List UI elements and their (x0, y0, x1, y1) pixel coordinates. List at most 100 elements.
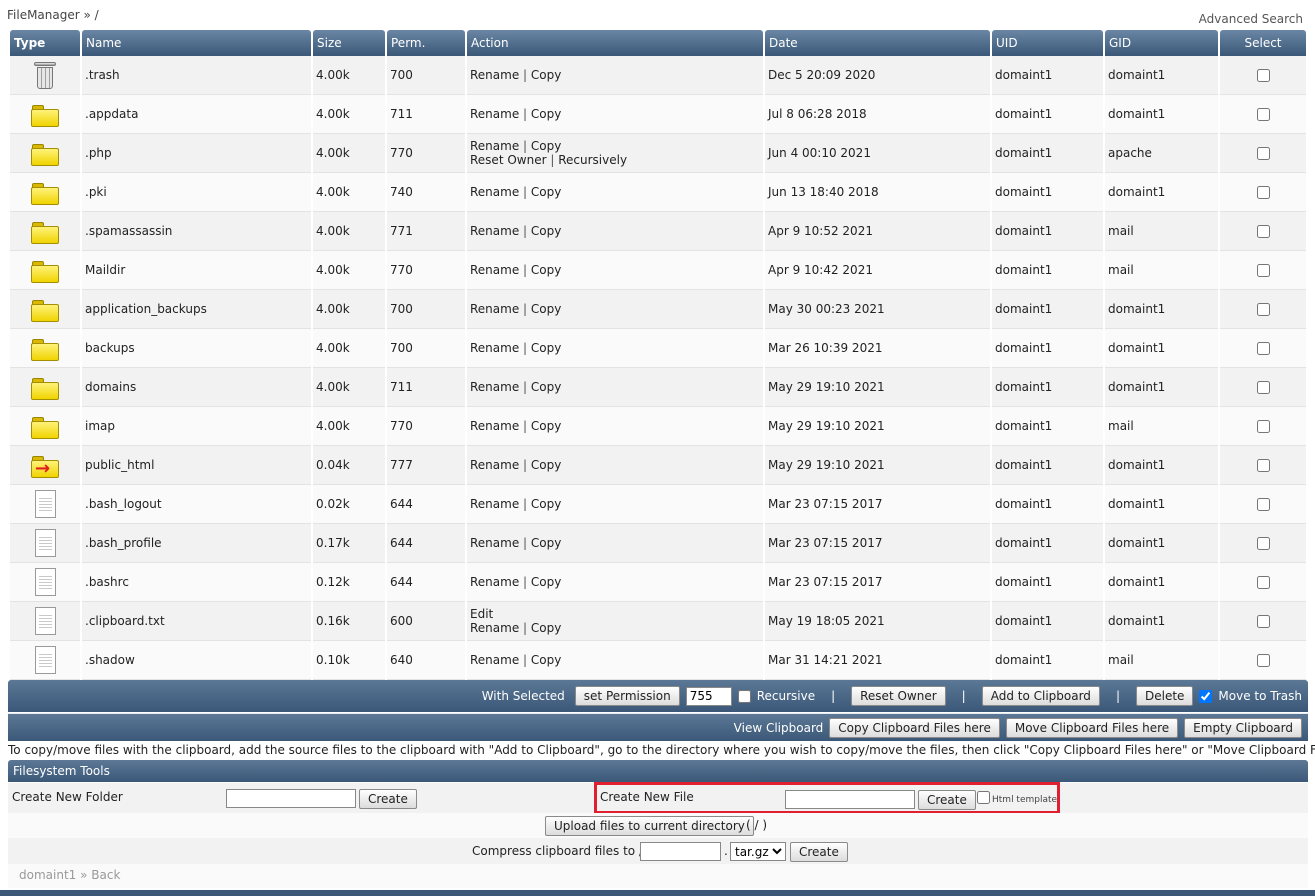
perm-cell[interactable]: 640 (387, 641, 465, 680)
type-cell[interactable] (10, 368, 80, 407)
view-clipboard-link[interactable]: View Clipboard (734, 721, 824, 735)
rename-link[interactable]: Rename (470, 380, 519, 394)
type-cell[interactable] (10, 407, 80, 446)
col-header-type[interactable]: Type (10, 30, 80, 56)
edit-link[interactable]: Edit (470, 607, 493, 621)
delete-button[interactable]: Delete (1135, 686, 1194, 706)
perm-cell[interactable]: 777 (387, 446, 465, 485)
type-cell[interactable] (10, 173, 80, 212)
name-cell[interactable]: .php (82, 134, 311, 173)
row-select-checkbox[interactable] (1256, 615, 1270, 628)
row-select-checkbox[interactable] (1256, 303, 1270, 316)
recursively-link[interactable]: Recursively (558, 153, 627, 167)
move-to-trash-checkbox[interactable] (1199, 689, 1213, 703)
perm-cell[interactable]: 770 (387, 407, 465, 446)
rename-link[interactable]: Rename (470, 458, 519, 472)
name-cell[interactable]: .bash_logout (82, 485, 311, 524)
copy-link[interactable]: Copy (531, 419, 561, 433)
copy-link[interactable]: Copy (531, 621, 561, 635)
copy-link[interactable]: Copy (531, 653, 561, 667)
perm-cell[interactable]: 600 (387, 602, 465, 641)
row-select-checkbox[interactable] (1256, 459, 1270, 472)
row-select-checkbox[interactable] (1256, 186, 1270, 199)
name-cell[interactable]: public_html (82, 446, 311, 485)
copy-link[interactable]: Copy (531, 380, 561, 394)
type-cell[interactable] (10, 524, 80, 563)
row-select-checkbox[interactable] (1256, 342, 1270, 355)
row-select-checkbox[interactable] (1256, 654, 1270, 667)
perm-cell[interactable]: 711 (387, 368, 465, 407)
rename-link[interactable]: Rename (470, 621, 519, 635)
name-cell[interactable]: .shadow (82, 641, 311, 680)
upload-files-button[interactable]: Upload files to current directory (545, 816, 754, 836)
type-cell[interactable] (10, 602, 80, 641)
rename-link[interactable]: Rename (470, 341, 519, 355)
perm-cell[interactable]: 700 (387, 329, 465, 368)
row-select-checkbox[interactable] (1256, 576, 1270, 589)
type-cell[interactable] (10, 212, 80, 251)
col-header-date[interactable]: Date (765, 30, 990, 56)
perm-cell[interactable]: 644 (387, 563, 465, 602)
permission-input[interactable] (685, 686, 732, 706)
reset-owner-link[interactable]: Reset Owner (470, 153, 547, 167)
rename-link[interactable]: Rename (470, 139, 519, 153)
perm-cell[interactable]: 700 (387, 290, 465, 329)
add-to-clipboard-button[interactable]: Add to Clipboard (981, 686, 1100, 706)
name-cell[interactable]: .trash (82, 56, 311, 95)
type-cell[interactable] (10, 290, 80, 329)
compress-format-select[interactable]: tar.gz (730, 842, 786, 861)
name-cell[interactable]: .pki (82, 173, 311, 212)
rename-link[interactable]: Rename (470, 653, 519, 667)
type-cell[interactable]: → (10, 446, 80, 485)
type-cell[interactable] (10, 485, 80, 524)
rename-link[interactable]: Rename (470, 536, 519, 550)
type-cell[interactable] (10, 329, 80, 368)
col-header-perm[interactable]: Perm. (387, 30, 465, 56)
perm-cell[interactable]: 740 (387, 173, 465, 212)
name-cell[interactable]: Maildir (82, 251, 311, 290)
row-select-checkbox[interactable] (1256, 381, 1270, 394)
perm-cell[interactable]: 770 (387, 251, 465, 290)
type-cell[interactable] (10, 56, 80, 95)
copy-link[interactable]: Copy (531, 68, 561, 82)
name-cell[interactable]: domains (82, 368, 311, 407)
row-select-checkbox[interactable] (1256, 264, 1270, 277)
type-cell[interactable] (10, 95, 80, 134)
perm-cell[interactable]: 711 (387, 95, 465, 134)
perm-cell[interactable]: 644 (387, 524, 465, 563)
copy-link[interactable]: Copy (531, 302, 561, 316)
move-clipboard-files-button[interactable]: Move Clipboard Files here (1005, 717, 1179, 738)
copy-link[interactable]: Copy (531, 497, 561, 511)
row-select-checkbox[interactable] (1256, 69, 1270, 82)
footer-back-link[interactable]: Back (91, 868, 120, 882)
row-select-checkbox[interactable] (1256, 225, 1270, 238)
set-permission-button[interactable]: set Permission (574, 686, 680, 706)
copy-link[interactable]: Copy (531, 341, 561, 355)
row-select-checkbox[interactable] (1256, 108, 1270, 121)
create-folder-button[interactable]: Create (359, 789, 417, 809)
col-header-size[interactable]: Size (313, 30, 385, 56)
type-cell[interactable] (10, 641, 80, 680)
copy-link[interactable]: Copy (531, 575, 561, 589)
rename-link[interactable]: Rename (470, 419, 519, 433)
perm-cell[interactable]: 771 (387, 212, 465, 251)
rename-link[interactable]: Rename (470, 575, 519, 589)
name-cell[interactable]: application_backups (82, 290, 311, 329)
rename-link[interactable]: Rename (470, 263, 519, 277)
rename-link[interactable]: Rename (470, 107, 519, 121)
perm-cell[interactable]: 770 (387, 134, 465, 173)
breadcrumb[interactable]: FileManager » / (7, 8, 99, 22)
type-cell[interactable] (10, 563, 80, 602)
footer-user-link[interactable]: domaint1 (19, 868, 76, 882)
rename-link[interactable]: Rename (470, 302, 519, 316)
col-header-gid[interactable]: GID (1105, 30, 1218, 56)
row-select-checkbox[interactable] (1256, 537, 1270, 550)
row-select-checkbox[interactable] (1256, 420, 1270, 433)
create-folder-input[interactable] (226, 789, 356, 808)
name-cell[interactable]: imap (82, 407, 311, 446)
advanced-search-link[interactable]: Advanced Search (1199, 12, 1303, 26)
copy-link[interactable]: Copy (531, 224, 561, 238)
reset-owner-button[interactable]: Reset Owner (851, 686, 946, 706)
copy-link[interactable]: Copy (531, 263, 561, 277)
copy-link[interactable]: Copy (531, 139, 561, 153)
